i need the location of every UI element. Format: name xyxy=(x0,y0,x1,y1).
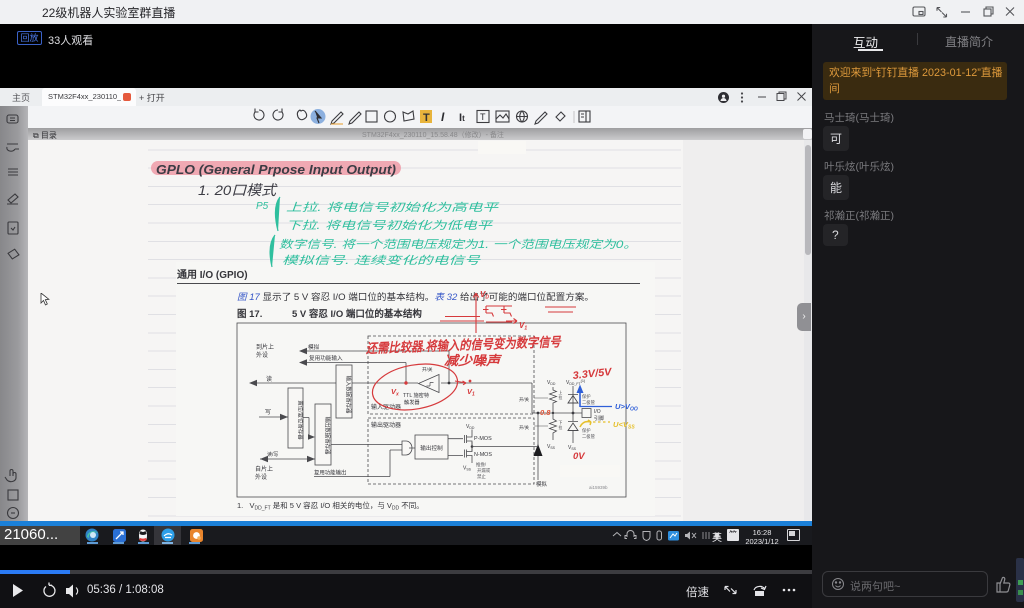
svg-text:输出控制: 输出控制 xyxy=(420,444,443,452)
svg-text:数字信号. 将一个范围电压规定为1. 一个范围电压规定为0。: 数字信号. 将一个范围电压规定为1. 一个范围电压规定为0。 xyxy=(279,238,637,251)
svg-text:推挽/: 推挽/ xyxy=(476,461,487,468)
svg-text:输出数据寄存器: 输出数据寄存器 xyxy=(324,417,332,455)
svg-text:T: T xyxy=(480,112,486,122)
svg-text:拉: 拉 xyxy=(559,395,563,400)
svg-text:N-MOS: N-MOS xyxy=(474,452,492,458)
svg-text:复用功能输入: 复用功能输入 xyxy=(309,354,343,362)
svg-text:置位/复位寄存器: 置位/复位寄存器 xyxy=(297,400,305,440)
svg-text:GPLO (General Prpose Input Out: GPLO (General Prpose Input Output) xyxy=(156,162,396,177)
svg-text:图 17 显示了 5 V 容忍 I/O 端口位的基本结构。表: 图 17 显示了 5 V 容忍 I/O 端口位的基本结构。表 32 给出了可能的… xyxy=(237,291,594,302)
svg-text:开漏或: 开漏或 xyxy=(477,467,491,474)
svg-text:0V: 0V xyxy=(573,451,585,462)
svg-text:P-MOS: P-MOS xyxy=(474,436,492,442)
svg-text:禁止: 禁止 xyxy=(477,473,486,479)
svg-text:5 V 容忍 I/O 端口位的基本结构: 5 V 容忍 I/O 端口位的基本结构 xyxy=(292,308,422,320)
svg-text:TTL 施密特: TTL 施密特 xyxy=(403,391,429,399)
svg-text:到片上: 到片上 xyxy=(256,343,274,351)
svg-text:上拉. 将电信号初始化为高电平: 上拉. 将电信号初始化为高电平 xyxy=(286,201,499,214)
svg-text:保护: 保护 xyxy=(582,427,591,434)
svg-text:读: 读 xyxy=(266,375,272,383)
svg-text:上: 上 xyxy=(559,390,563,395)
svg-text:输出驱动器: 输出驱动器 xyxy=(371,421,401,429)
svg-text:外设: 外设 xyxy=(256,351,268,359)
svg-text:1. 20口模式: 1. 20口模式 xyxy=(198,182,278,198)
svg-text:开/关: 开/关 xyxy=(519,424,530,431)
svg-text:二极管: 二极管 xyxy=(582,399,596,406)
svg-text:拉: 拉 xyxy=(559,425,563,430)
svg-text:下: 下 xyxy=(559,421,563,425)
svg-text:I: I xyxy=(441,110,445,124)
svg-text:触发器: 触发器 xyxy=(404,398,420,406)
svg-text:图 17.: 图 17. xyxy=(237,309,262,320)
svg-text:P5: P5 xyxy=(256,201,269,212)
svg-text:ai15939b: ai15939b xyxy=(589,485,608,490)
svg-text:输入数据寄存器: 输入数据寄存器 xyxy=(345,376,353,414)
svg-text:模拟信号. 连续变化的电信号: 模拟信号. 连续变化的电信号 xyxy=(282,254,481,267)
svg-text:读/写: 读/写 xyxy=(267,451,278,458)
svg-text:引脚: 引脚 xyxy=(594,415,604,422)
svg-text:外设: 外设 xyxy=(255,473,267,481)
svg-text:开/关: 开/关 xyxy=(422,366,433,373)
svg-text:复用功能输出: 复用功能输出 xyxy=(314,469,346,477)
svg-text:通用 I/O (GPIO): 通用 I/O (GPIO) xyxy=(177,269,248,281)
svg-text:It: It xyxy=(459,112,465,124)
svg-text:减少噪声: 减少噪声 xyxy=(444,353,502,368)
svg-text:开/关: 开/关 xyxy=(519,396,530,403)
svg-text:模拟: 模拟 xyxy=(536,480,547,488)
svg-text:T: T xyxy=(423,112,430,124)
svg-text:下拉. 将电信号初始化为低电平: 下拉. 将电信号初始化为低电平 xyxy=(286,219,493,232)
svg-text:0.8: 0.8 xyxy=(540,408,551,417)
svg-text:自片上: 自片上 xyxy=(255,465,273,473)
svg-text:写: 写 xyxy=(265,409,271,416)
svg-text:保护: 保护 xyxy=(582,393,591,400)
svg-text:I/O: I/O xyxy=(594,409,601,415)
svg-text:模拟: 模拟 xyxy=(308,343,320,351)
svg-text:二极管: 二极管 xyxy=(582,433,596,440)
